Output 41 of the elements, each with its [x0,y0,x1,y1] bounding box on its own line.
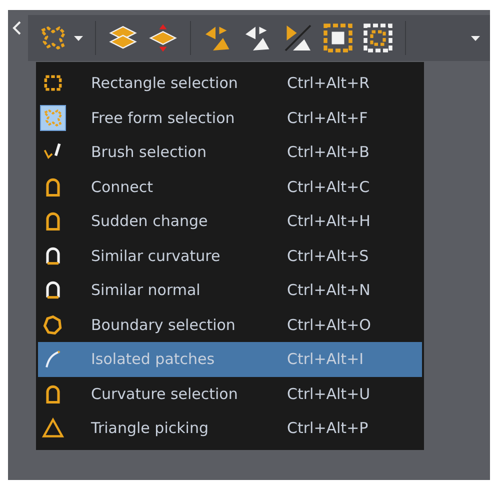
menu-item[interactable]: Free form selection Ctrl+Alt+F [38,100,422,135]
shortcut-text: Ctrl+Alt+B [287,143,370,162]
shortcut-text: Ctrl+Alt+H [287,212,370,230]
shortcut-text: Ctrl+Alt+R [287,74,370,92]
menu-item[interactable]: Brush selection Ctrl+Alt+B [38,135,422,170]
shortcut-text: Ctrl+Alt+C [287,178,370,196]
menu-item-label: Connect [91,178,154,196]
shortcut-text: Ctrl+Alt+F [287,108,368,127]
triangles-icon [283,23,313,53]
menu-item[interactable]: Sudden change Ctrl+Alt+H [38,204,422,238]
menu-item[interactable]: Similar curvature Ctrl+Alt+S [38,238,422,273]
shortcut-text: Ctrl+Alt+N [287,281,370,300]
shortcut-text: Ctrl+Alt+P [287,419,368,438]
menu-item-label: Rectangle selection [91,74,239,92]
caret-icon [74,36,83,40]
shortcut-text: Ctrl+Alt+U [287,384,370,403]
menu-item-label: Brush selection [91,143,208,162]
layers-arrows-icon [148,23,178,53]
menu-item-label: Triangle picking [91,419,210,438]
menu-item[interactable]: Curvature selection Ctrl+Alt+U [38,376,422,411]
shortcut-text: Ctrl+Alt+O [287,316,371,334]
shortcut-text: Ctrl+Alt+S [287,246,369,265]
menu-item-label: Sudden change [91,212,209,230]
menu-item[interactable]: Similar normal Ctrl+Alt+N [38,273,422,308]
dashed-square-icon [363,23,393,53]
menu-item[interactable]: Triangle picking Ctrl+Alt+P [38,411,422,446]
triangle-icon [42,417,64,440]
menu-item[interactable]: Rectangle selection Ctrl+Alt+R [38,66,422,100]
menu-item-label: Similar normal [91,281,202,300]
collapse-icon[interactable] [12,21,22,35]
ring-icon [42,314,64,336]
menu-item-label: Boundary selection [91,316,236,334]
menu-item-label: Curvature selection [91,384,239,403]
menu-item-label: Similar curvature [91,246,222,265]
menu-item-label: Isolated patches [91,350,216,368]
caret-icon [471,36,480,40]
menu-item[interactable]: Boundary selection Ctrl+Alt+O [38,308,422,342]
dashed-square-icon [323,23,353,53]
menu-item[interactable]: Connect Ctrl+Alt+C [38,170,422,204]
shortcut-text: Ctrl+Alt+I [287,350,364,368]
menu-item-label: Free form selection [91,108,236,127]
